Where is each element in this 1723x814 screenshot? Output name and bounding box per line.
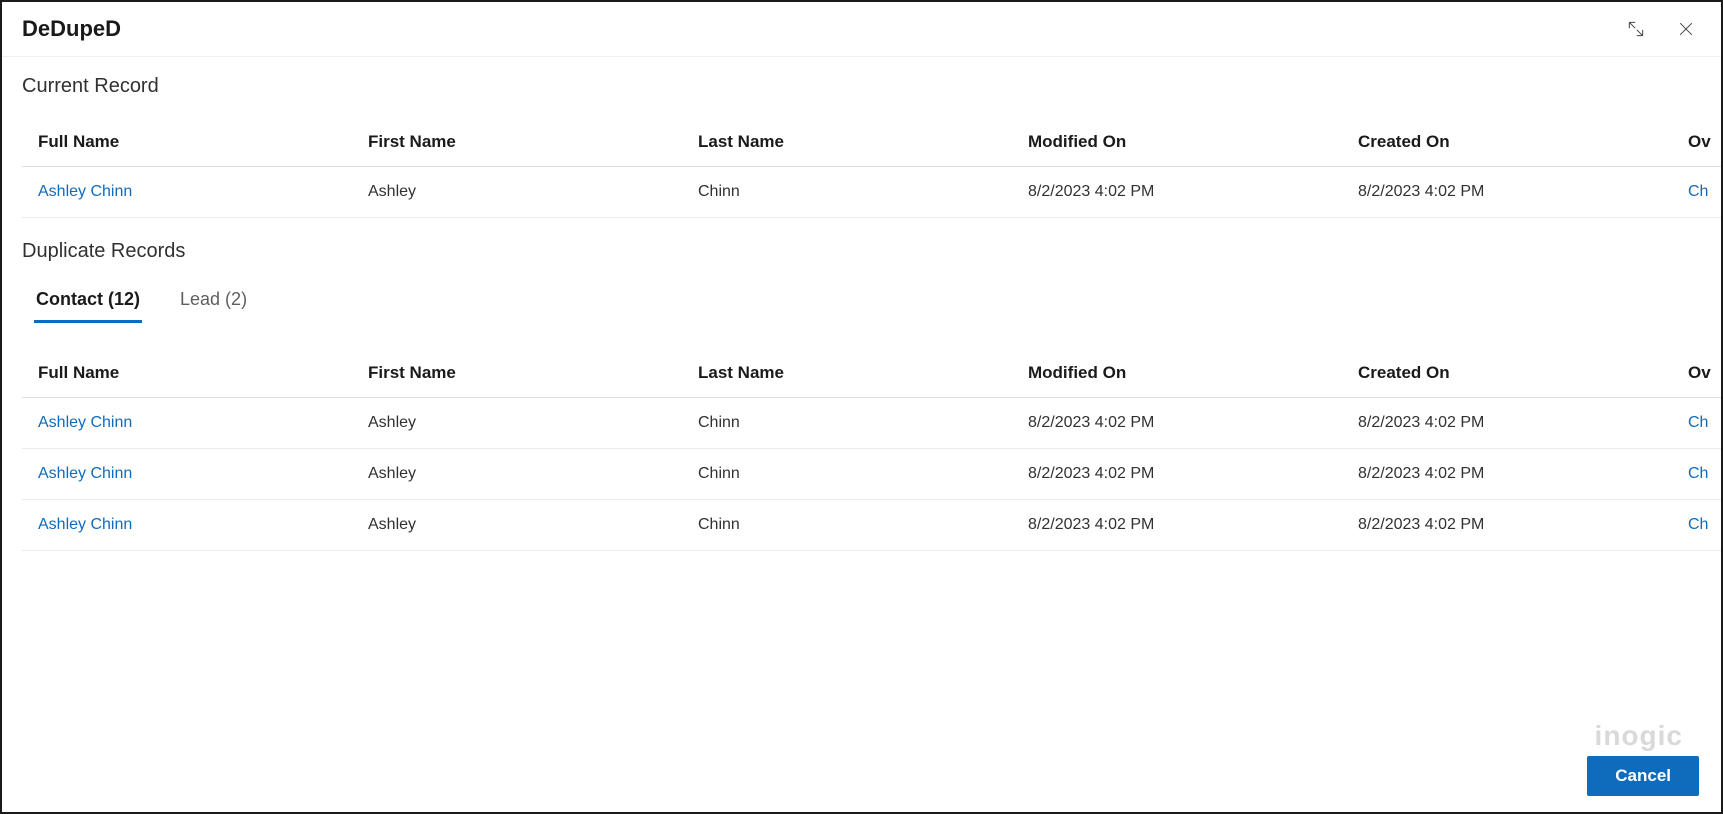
cell-last-name: Chinn <box>682 500 1012 551</box>
cell-modified-on: 8/2/2023 4:02 PM <box>1012 500 1342 551</box>
cell-modified-on: 8/2/2023 4:02 PM <box>1012 449 1342 500</box>
cell-full-name-link[interactable]: Ashley Chinn <box>22 167 352 218</box>
cell-full-name-link[interactable]: Ashley Chinn <box>22 500 352 551</box>
col-header-full-name[interactable]: Full Name <box>22 118 352 167</box>
current-record-heading: Current Record <box>22 75 1721 98</box>
table-row[interactable]: Ashley Chinn Ashley Chinn 8/2/2023 4:02 … <box>22 167 1721 218</box>
cell-owner-link[interactable]: Ch <box>1672 398 1721 449</box>
expand-icon[interactable] <box>1625 18 1647 40</box>
cell-modified-on: 8/2/2023 4:02 PM <box>1012 398 1342 449</box>
cell-last-name: Chinn <box>682 449 1012 500</box>
tab-contact[interactable]: Contact (12) <box>34 283 142 323</box>
cell-modified-on: 8/2/2023 4:02 PM <box>1012 167 1342 218</box>
cell-last-name: Chinn <box>682 398 1012 449</box>
cell-first-name: Ashley <box>352 167 682 218</box>
cell-owner-link[interactable]: Ch <box>1672 167 1721 218</box>
col-header-first-name[interactable]: First Name <box>352 349 682 398</box>
col-header-full-name[interactable]: Full Name <box>22 349 352 398</box>
cancel-button[interactable]: Cancel <box>1587 756 1699 796</box>
cell-owner-link[interactable]: Ch <box>1672 449 1721 500</box>
cell-created-on: 8/2/2023 4:02 PM <box>1342 500 1672 551</box>
cell-first-name: Ashley <box>352 449 682 500</box>
dialog-header: DeDupeD <box>2 2 1721 57</box>
table-header-row: Full Name First Name Last Name Modified … <box>22 118 1721 167</box>
cell-created-on: 8/2/2023 4:02 PM <box>1342 449 1672 500</box>
cell-first-name: Ashley <box>352 398 682 449</box>
cell-created-on: 8/2/2023 4:02 PM <box>1342 398 1672 449</box>
table-header-row: Full Name First Name Last Name Modified … <box>22 349 1721 398</box>
dialog-title: DeDupeD <box>22 16 121 42</box>
duplicate-tabs: Contact (12) Lead (2) <box>34 283 1721 323</box>
col-header-modified-on[interactable]: Modified On <box>1012 118 1342 167</box>
col-header-first-name[interactable]: First Name <box>352 118 682 167</box>
col-header-created-on[interactable]: Created On <box>1342 118 1672 167</box>
duplicate-records-table: Full Name First Name Last Name Modified … <box>22 349 1721 551</box>
duplicate-records-heading: Duplicate Records <box>22 240 1721 263</box>
cell-last-name: Chinn <box>682 167 1012 218</box>
cell-created-on: 8/2/2023 4:02 PM <box>1342 167 1672 218</box>
close-icon[interactable] <box>1675 18 1697 40</box>
cell-full-name-link[interactable]: Ashley Chinn <box>22 449 352 500</box>
col-header-last-name[interactable]: Last Name <box>682 118 1012 167</box>
col-header-created-on[interactable]: Created On <box>1342 349 1672 398</box>
tab-lead[interactable]: Lead (2) <box>178 283 249 323</box>
dialog-footer: Cancel <box>1587 756 1699 796</box>
col-header-last-name[interactable]: Last Name <box>682 349 1012 398</box>
header-actions <box>1625 18 1697 40</box>
cell-full-name-link[interactable]: Ashley Chinn <box>22 398 352 449</box>
cell-owner-link[interactable]: Ch <box>1672 500 1721 551</box>
col-header-owner-partial[interactable]: Ov <box>1672 118 1721 167</box>
table-row[interactable]: Ashley ChinnAshleyChinn8/2/2023 4:02 PM8… <box>22 500 1721 551</box>
dialog-content: Current Record Full Name First Name Last… <box>2 57 1721 812</box>
table-row[interactable]: Ashley ChinnAshleyChinn8/2/2023 4:02 PM8… <box>22 398 1721 449</box>
table-row[interactable]: Ashley ChinnAshleyChinn8/2/2023 4:02 PM8… <box>22 449 1721 500</box>
current-record-table: Full Name First Name Last Name Modified … <box>22 118 1721 218</box>
cell-first-name: Ashley <box>352 500 682 551</box>
deduped-dialog: DeDupeD Current Record Full Name First N… <box>0 0 1723 814</box>
col-header-owner-partial[interactable]: Ov <box>1672 349 1721 398</box>
col-header-modified-on[interactable]: Modified On <box>1012 349 1342 398</box>
